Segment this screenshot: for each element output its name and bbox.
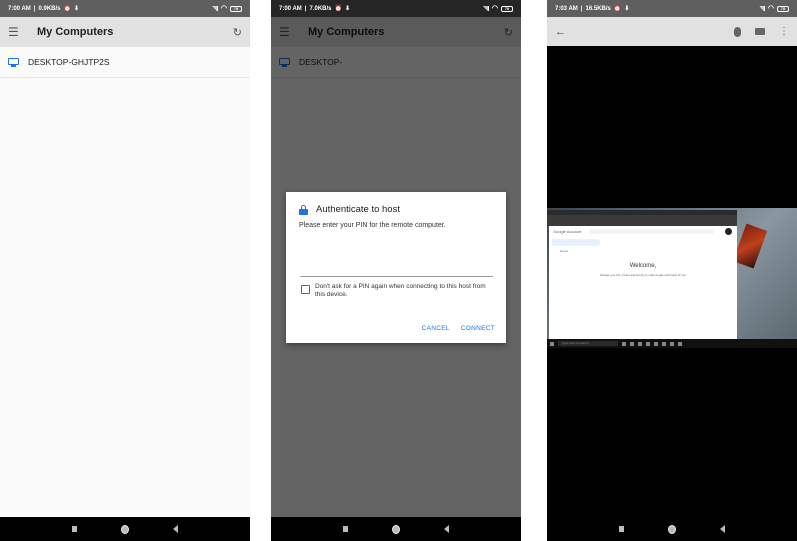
battery-icon: 78 xyxy=(777,5,789,12)
back-icon[interactable] xyxy=(444,525,449,533)
session-toolbar: ← ⋮ xyxy=(547,17,797,46)
download-icon: ⬇ xyxy=(73,6,80,12)
status-time: 7:00 AM xyxy=(8,5,31,12)
browser-content: Google Account Home Welcome, Manage your… xyxy=(549,226,737,339)
taskbar-app-icon xyxy=(622,341,626,346)
host-list-item[interactable]: DESKTOP-GHJTP2S xyxy=(0,47,250,78)
app-bar: ☰ My Computers ↻ xyxy=(0,17,250,47)
taskbar-app-icon xyxy=(630,341,634,346)
browser-brand: Google Account xyxy=(553,229,582,234)
recent-apps-icon[interactable] xyxy=(619,526,624,532)
dialog-title: Authenticate to host xyxy=(316,204,400,215)
remote-subtitle: Manage your info, privacy and security t… xyxy=(600,274,686,277)
status-time: 7:03 AM xyxy=(555,5,578,12)
status-time: 7:00 AM xyxy=(279,5,302,12)
back-icon[interactable] xyxy=(173,525,178,533)
remote-taskbar-search: Type here to search xyxy=(558,341,618,346)
taskbar-app-icon xyxy=(654,341,658,346)
page-title: My Computers xyxy=(37,26,114,38)
back-icon[interactable] xyxy=(720,525,725,533)
download-icon: ⬇ xyxy=(344,6,351,12)
more-vertical-icon[interactable]: ⋮ xyxy=(779,26,789,37)
android-nav-bar xyxy=(547,517,797,541)
back-arrow-icon[interactable]: ← xyxy=(555,26,734,38)
status-bar: 7:00 AM | 0.9KB/s ⏰ ⬇ ◠ 78 xyxy=(0,0,250,17)
wallpaper-art xyxy=(732,223,768,269)
mouse-icon[interactable] xyxy=(734,26,741,37)
alarm-icon: ⏰ xyxy=(334,6,342,12)
screen-authenticate: 7:00 AM|7.0KB/s⏰⬇ ◠78 ☰ My Computers ↻ D… xyxy=(271,0,521,541)
wifi-icon: ◠ xyxy=(220,5,227,12)
download-icon: ⬇ xyxy=(624,6,630,12)
refresh-icon[interactable]: ↻ xyxy=(233,26,242,39)
monitor-icon xyxy=(8,57,19,67)
taskbar-app-icon xyxy=(670,341,674,346)
signal-icon xyxy=(758,6,765,11)
recent-apps-icon[interactable] xyxy=(343,526,348,532)
android-nav-bar xyxy=(271,517,521,541)
menu-icon[interactable]: ☰ xyxy=(8,26,20,38)
remote-desktop-view[interactable]: Google Account Home Welcome, Manage your… xyxy=(547,208,797,348)
status-speed: 16.5KB/s xyxy=(585,5,611,12)
status-bar: 7:00 AM | 7.0KB/s ⏰ ⬇ ◠ 78 xyxy=(271,0,521,17)
pin-input[interactable] xyxy=(300,259,493,277)
wifi-icon: ◠ xyxy=(491,5,498,12)
android-nav-bar xyxy=(0,517,250,541)
remember-pin-row[interactable]: Don't ask for a PIN again when connectin… xyxy=(301,283,496,299)
remote-taskbar: Type here to search xyxy=(547,339,797,348)
browser-tabs xyxy=(547,215,737,226)
wifi-icon: ◠ xyxy=(767,5,774,12)
remember-pin-label: Don't ask for a PIN again when connectin… xyxy=(315,283,486,298)
auth-dialog: Authenticate to host Please enter your P… xyxy=(286,192,506,343)
home-icon[interactable] xyxy=(392,524,400,534)
remember-pin-checkbox[interactable] xyxy=(301,285,310,294)
remote-search-bar xyxy=(589,229,714,234)
battery-icon: 78 xyxy=(501,5,513,12)
taskbar-app-icon xyxy=(662,341,666,346)
connect-button[interactable]: CONNECT xyxy=(461,325,495,332)
taskbar-app-icon xyxy=(646,341,650,346)
status-bar: 7:03 AM | 16.5KB/s ⏰ ⬇ ◠ 78 xyxy=(547,0,797,17)
remote-sidebar-item: Home xyxy=(552,239,600,253)
host-name: DESKTOP-GHJTP2S xyxy=(28,57,110,67)
lock-icon xyxy=(299,204,308,215)
keyboard-icon[interactable] xyxy=(755,28,765,35)
dialog-message: Please enter your PIN for the remote com… xyxy=(299,222,446,229)
screen-remote-session: 7:03 AM | 16.5KB/s ⏰ ⬇ ◠ 78 ← ⋮ Google Accoun… xyxy=(547,0,797,541)
screen-my-computers: 7:00 AM | 0.9KB/s ⏰ ⬇ ◠ 78 ☰ My Computers ↻ D… xyxy=(0,0,250,541)
battery-icon: 78 xyxy=(230,5,242,12)
home-icon[interactable] xyxy=(121,524,129,534)
status-speed: 7.0KB/s xyxy=(309,5,332,12)
status-speed: 0.9KB/s xyxy=(38,5,61,12)
home-icon[interactable] xyxy=(668,524,676,534)
recent-apps-icon[interactable] xyxy=(72,526,77,532)
remote-welcome: Welcome, xyxy=(629,263,657,269)
alarm-icon: ⏰ xyxy=(63,6,71,12)
alarm-icon: ⏰ xyxy=(613,6,622,12)
windows-start-icon xyxy=(550,341,554,346)
avatar xyxy=(725,228,732,235)
signal-icon xyxy=(482,6,489,11)
taskbar-app-icon xyxy=(678,341,682,346)
taskbar-app-icon xyxy=(638,341,642,346)
signal-icon xyxy=(211,6,218,11)
cancel-button[interactable]: CANCEL xyxy=(422,325,450,332)
